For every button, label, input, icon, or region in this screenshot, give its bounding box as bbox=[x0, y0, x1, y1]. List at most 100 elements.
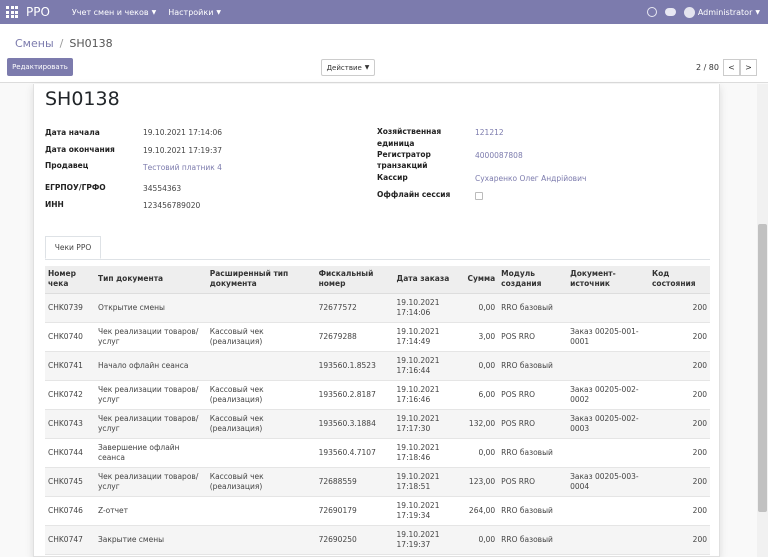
cell-doc-type: Чек реализации товаров/услуг bbox=[94, 380, 207, 410]
cell-status-code: 200 bbox=[648, 409, 710, 439]
table-row[interactable]: CHK0746 Z-отчет 72690179 19.10.2021 17:19… bbox=[45, 496, 710, 526]
cell-source-doc bbox=[567, 438, 649, 468]
cell-status-code: 200 bbox=[648, 525, 710, 555]
table-body: CHK0739 Открытие смены 72677572 19.10.20… bbox=[45, 293, 710, 555]
cell-order-date: 19.10.2021 17:19:34 bbox=[393, 496, 465, 526]
table-row[interactable]: CHK0743 Чек реализации товаров/услуг Кас… bbox=[45, 409, 710, 439]
avatar bbox=[683, 6, 695, 18]
scrollbar-thumb[interactable] bbox=[758, 224, 767, 512]
table-row[interactable]: CHK0744 Завершение офлайн сеанса 193560.… bbox=[45, 438, 710, 468]
cell-status-code: 200 bbox=[648, 351, 710, 381]
cell-order-date: 19.10.2021 17:14:06 bbox=[393, 293, 465, 323]
cell-doc-type: Закрытие смены bbox=[94, 525, 207, 555]
cell-module: RRO базовый bbox=[498, 351, 568, 381]
cell-doc-type: Открытие смены bbox=[94, 293, 207, 323]
cell-source-doc bbox=[567, 293, 649, 323]
field-value-business-unit-link[interactable]: 121212 bbox=[475, 128, 504, 137]
apps-menu-icon[interactable] bbox=[0, 0, 24, 24]
column-header-fiscal-number[interactable]: Фискальный номер bbox=[315, 266, 394, 294]
column-header-sum[interactable]: Сумма bbox=[464, 266, 499, 294]
caret-down-icon: ▼ bbox=[364, 64, 370, 71]
field-label-offline-session: Оффлайн сессия bbox=[377, 190, 451, 199]
table-row[interactable]: CHK0747 Закрытие смены 72690250 19.10.20… bbox=[45, 525, 710, 555]
cell-check-number: CHK0747 bbox=[45, 525, 95, 555]
cell-source-doc: Заказ 00205-002- 0003 bbox=[567, 409, 649, 439]
table-row[interactable]: CHK0740 Чек реализации товаров/услуг Кас… bbox=[45, 322, 710, 352]
table-row[interactable]: CHK0745 Чек реализации товаров/услуг Кас… bbox=[45, 467, 710, 497]
chat-icon[interactable] bbox=[664, 8, 676, 16]
control-panel: Смены / SH0138 Редактировать Действие ▼ 2… bbox=[0, 24, 768, 83]
cell-module: RRO базовый bbox=[498, 438, 568, 468]
cell-sum: 132,00 bbox=[464, 409, 499, 439]
cell-status-code: 200 bbox=[648, 438, 710, 468]
column-header-status-code[interactable]: Код состояния bbox=[648, 266, 710, 294]
tab-rro-checks[interactable]: Чеки РРО bbox=[45, 236, 101, 259]
action-label: Действие bbox=[326, 63, 362, 72]
field-value-start-date: 19.10.2021 17:14:06 bbox=[143, 128, 223, 137]
cell-status-code: 200 bbox=[648, 467, 710, 497]
cell-fiscal-number: 72679288 bbox=[315, 322, 394, 352]
edit-button[interactable]: Редактировать bbox=[7, 58, 73, 76]
app-brand[interactable]: РРО bbox=[26, 5, 50, 19]
cell-check-number: CHK0746 bbox=[45, 496, 95, 526]
cell-ext-doc-type: Кассовый чек (реализация) bbox=[206, 322, 316, 352]
cell-source-doc bbox=[567, 496, 649, 526]
field-label-egrpou: ЕГРПОУ/ГРФО bbox=[45, 183, 106, 192]
cell-fiscal-number: 193560.4.7107 bbox=[315, 438, 394, 468]
menu-settings[interactable]: Настройки ▼ bbox=[168, 8, 221, 17]
cell-doc-type: Начало офлайн сеанса bbox=[94, 351, 207, 381]
user-name: Administrator bbox=[697, 7, 753, 17]
cell-ext-doc-type bbox=[206, 351, 316, 381]
table-row[interactable]: CHK0739 Открытие смены 72677572 19.10.20… bbox=[45, 293, 710, 323]
vertical-scrollbar[interactable] bbox=[757, 84, 768, 557]
checks-table: Номер чека Тип документа Расширенный тип д… bbox=[45, 266, 710, 555]
pager-value[interactable]: 2 / 80 bbox=[696, 63, 719, 72]
breadcrumb-shifts-link[interactable]: Смены bbox=[15, 37, 54, 50]
cell-check-number: CHK0740 bbox=[45, 322, 95, 352]
column-header-check-number[interactable]: Номер чека bbox=[45, 266, 95, 294]
caret-down-icon: ▼ bbox=[755, 8, 760, 16]
column-header-doc-type[interactable]: Тип документа bbox=[94, 266, 207, 294]
table-row[interactable]: CHK0741 Начало офлайн сеанса 193560.1.85… bbox=[45, 351, 710, 381]
field-value-egrpou: 34554363 bbox=[143, 184, 182, 193]
field-value-inn: 123456789020 bbox=[143, 201, 201, 210]
field-value-registrar-link[interactable]: 4000087808 bbox=[475, 151, 523, 160]
cell-ext-doc-type bbox=[206, 293, 316, 323]
field-value-end-date: 19.10.2021 17:19:37 bbox=[143, 146, 223, 155]
cell-doc-type: Чек реализации товаров/услуг bbox=[94, 467, 207, 497]
user-menu[interactable]: Administrator ▼ bbox=[683, 6, 760, 18]
field-value-seller-link[interactable]: Тестовий платник 4 bbox=[143, 163, 222, 172]
caret-down-icon: ▼ bbox=[151, 8, 157, 16]
cell-sum: 3,00 bbox=[464, 322, 499, 352]
cell-module: RRO базовый bbox=[498, 496, 568, 526]
column-header-ext-doc-type[interactable]: Расширенный тип документа bbox=[206, 266, 316, 294]
action-dropdown-button[interactable]: Действие ▼ bbox=[321, 59, 375, 76]
pager-previous-button[interactable]: < bbox=[723, 59, 740, 76]
field-label-inn: ИНН bbox=[45, 200, 64, 209]
cell-doc-type: Чек реализации товаров/услуг bbox=[94, 322, 207, 352]
menu-shifts-checks[interactable]: Учет смен и чеков ▼ bbox=[72, 8, 156, 17]
cell-fiscal-number: 193560.2.8187 bbox=[315, 380, 394, 410]
column-header-module[interactable]: Модуль создания bbox=[498, 266, 568, 294]
column-header-order-date[interactable]: Дата заказа bbox=[393, 266, 465, 294]
cell-sum: 0,00 bbox=[464, 438, 499, 468]
cell-fiscal-number: 72688559 bbox=[315, 467, 394, 497]
offline-session-checkbox[interactable] bbox=[475, 192, 483, 200]
cell-order-date: 19.10.2021 17:18:51 bbox=[393, 467, 465, 497]
cell-sum: 0,00 bbox=[464, 293, 499, 323]
activity-icon[interactable] bbox=[646, 7, 657, 17]
cell-order-date: 19.10.2021 17:16:46 bbox=[393, 380, 465, 410]
cell-doc-type: Чек реализации товаров/услуг bbox=[94, 409, 207, 439]
cell-ext-doc-type: Кассовый чек (реализация) bbox=[206, 467, 316, 497]
table-row[interactable]: CHK0742 Чек реализации товаров/услуг Кас… bbox=[45, 380, 710, 410]
cell-module: RRO базовый bbox=[498, 293, 568, 323]
cell-check-number: CHK0745 bbox=[45, 467, 95, 497]
cell-ext-doc-type bbox=[206, 496, 316, 526]
field-label-registrar-2: транзакций bbox=[377, 161, 428, 170]
cell-sum: 123,00 bbox=[464, 467, 499, 497]
column-header-source-doc[interactable]: Документ-источник bbox=[567, 266, 649, 294]
pager-next-button[interactable]: > bbox=[740, 59, 757, 76]
field-value-cashier-link[interactable]: Сухаренко Олег Андрійович bbox=[475, 174, 586, 183]
field-label-end-date: Дата окончания bbox=[45, 145, 115, 154]
field-label-registrar-1: Регистратор bbox=[377, 150, 431, 159]
